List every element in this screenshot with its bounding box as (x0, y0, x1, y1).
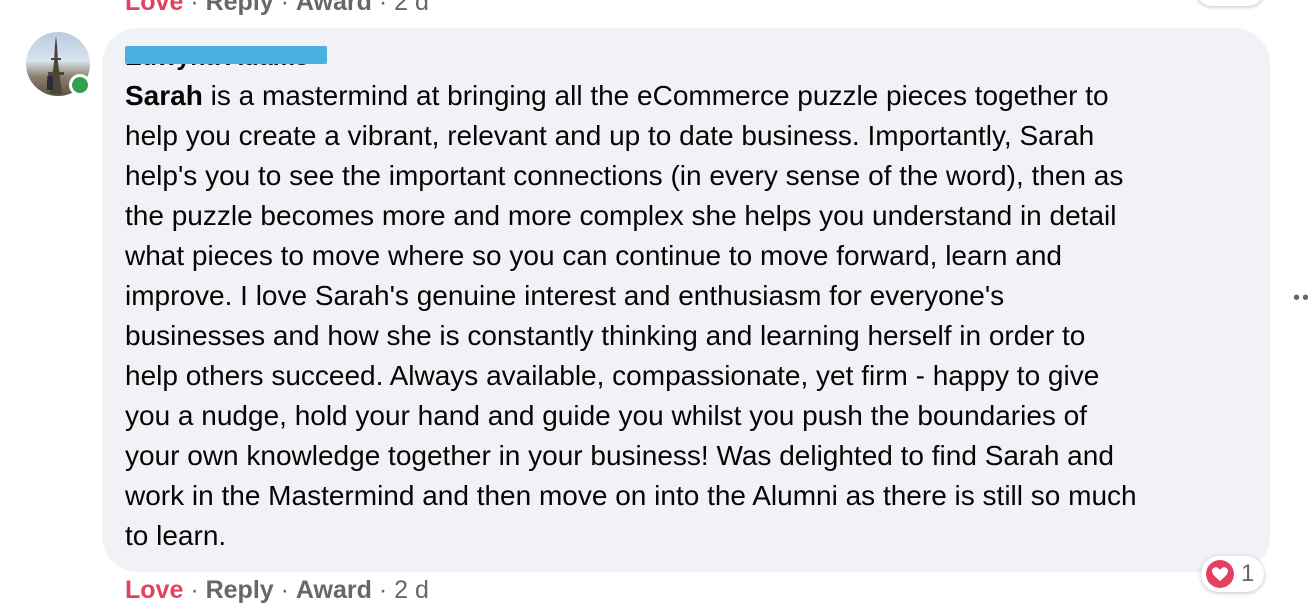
separator: · (378, 0, 395, 16)
reaction-badge[interactable]: 1 (1201, 556, 1265, 592)
avatar[interactable] (26, 32, 91, 96)
comment-line: what pieces to move where so you can con… (125, 240, 1062, 271)
reply-link[interactable]: Reply (206, 0, 274, 16)
comment-line: help's you to see the important connecti… (125, 160, 1124, 191)
comment-line: businesses and how she is constantly thi… (125, 320, 1086, 351)
redaction-bar (125, 46, 327, 64)
award-link[interactable]: Award (296, 0, 372, 16)
comment-line: you a nudge, hold your hand and guide yo… (125, 400, 1088, 431)
comment-line: help others succeed. Always available, c… (125, 360, 1100, 391)
comment-line: improve. I love Sarah's genuine interest… (125, 280, 1005, 311)
comment-text: Sarah is a mastermind at bringing all th… (125, 76, 1257, 556)
heart-icon (1206, 560, 1234, 588)
separator: · (280, 0, 296, 16)
online-status-dot (69, 74, 91, 96)
comment-line: Sarah is a mastermind at bringing all th… (125, 76, 1257, 116)
comment-line: help you create a vibrant, relevant and … (125, 120, 1095, 151)
reaction-count: 1 (1241, 560, 1255, 587)
separator: · (190, 576, 206, 604)
comment-line-text: is a mastermind at bringing all the eCom… (202, 80, 1109, 111)
previous-reaction-badge[interactable] (1196, 0, 1264, 6)
separator: · (190, 0, 206, 16)
comment-line: the puzzle becomes more and more complex… (125, 200, 1117, 231)
previous-comment-actions: Love · Reply · Award · 2 d (125, 0, 429, 17)
reply-link[interactable]: Reply (206, 576, 274, 604)
separator: · (280, 576, 296, 604)
love-link[interactable]: Love (125, 0, 183, 16)
comment-line: to learn. (125, 520, 227, 551)
timestamp[interactable]: 2 d (394, 576, 429, 604)
comment-line: your own knowledge together in your busi… (125, 440, 1114, 471)
timestamp[interactable]: 2 d (394, 0, 429, 16)
more-horizontal-icon[interactable]: •• (1293, 288, 1308, 308)
award-link[interactable]: Award (296, 576, 372, 604)
love-link[interactable]: Love (125, 576, 183, 604)
comment-line: work in the Mastermind and then move on … (125, 480, 1137, 511)
comment-actions: Love · Reply · Award · 2 d (125, 575, 429, 605)
separator: · (378, 576, 395, 604)
mention-tag[interactable]: Sarah (125, 80, 203, 111)
